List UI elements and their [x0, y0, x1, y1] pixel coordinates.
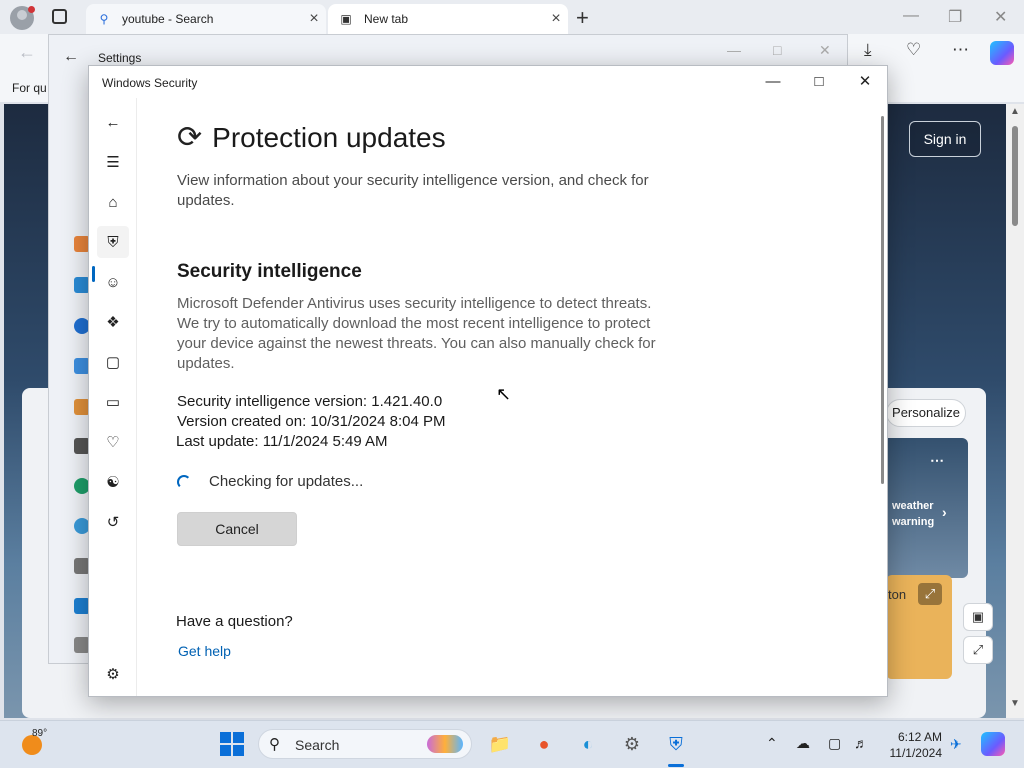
favorites-text: For qu — [12, 81, 47, 95]
clock-date: 11/1/2024 — [889, 746, 943, 760]
browser-essentials-icon[interactable]: ♡ — [906, 40, 921, 60]
search-icon: ⚲ — [99, 12, 109, 26]
file-explorer-icon[interactable]: 📁 — [486, 730, 514, 758]
firewall-icon[interactable]: ❖ — [97, 306, 129, 338]
minimize-icon[interactable]: — — [903, 7, 919, 25]
menu-icon[interactable]: ☰ — [97, 146, 129, 178]
page-scrollbar[interactable]: ▲ ▼ — [1006, 104, 1024, 718]
section-description: Microsoft Defender Antivirus uses securi… — [177, 295, 656, 372]
account-icon[interactable]: ☺ — [97, 266, 129, 298]
tab-actions-icon[interactable] — [52, 9, 67, 24]
profile-badge — [28, 6, 35, 13]
intelligence-version: Security intelligence version: 1.421.40.… — [177, 393, 443, 410]
history-icon[interactable]: ↺ — [97, 506, 129, 538]
app-browser-icon[interactable]: ▢ — [97, 346, 129, 378]
start-icon[interactable] — [220, 732, 244, 756]
settings-close-icon[interactable]: ✕ — [819, 42, 831, 59]
newtab-icon: ▣ — [340, 12, 352, 26]
restore-icon[interactable]: ❐ — [948, 7, 962, 27]
get-help-link[interactable]: Get help — [178, 643, 231, 659]
close-icon[interactable]: ✕ — [994, 7, 1007, 27]
device-security-icon[interactable]: ▭ — [97, 386, 129, 418]
feedback-icon[interactable]: ▣ — [963, 603, 993, 631]
scroll-up-icon[interactable]: ▲ — [1010, 106, 1020, 117]
firefox-icon[interactable]: ● — [530, 730, 558, 758]
health-icon[interactable]: ♡ — [97, 426, 129, 458]
section-title: Security intelligence — [177, 261, 362, 282]
page-title-text: Protection updates — [212, 121, 446, 153]
copilot-taskbar-icon[interactable] — [981, 732, 1005, 756]
browser-back-icon[interactable]: ← — [18, 42, 36, 63]
scroll-thumb[interactable] — [1012, 126, 1018, 226]
mouse-cursor-icon: ↖ — [496, 384, 512, 404]
tab-youtube-search[interactable]: ⚲ youtube - Search × — [86, 4, 326, 34]
tab-label: youtube - Search — [122, 12, 214, 26]
page-title: ⟳ Protection updates — [177, 120, 446, 155]
new-tab-button[interactable]: + — [576, 5, 589, 31]
display-icon[interactable]: ▢ — [828, 735, 841, 752]
copilot-icon[interactable] — [990, 41, 1014, 65]
clock[interactable]: 6:12 AM 11/1/2024 — [884, 729, 943, 761]
window-title: Windows Security — [102, 76, 198, 90]
cancel-button[interactable]: Cancel — [177, 512, 297, 546]
chevron-right-icon[interactable]: › — [942, 504, 947, 520]
weather-text-1: weather — [892, 500, 934, 512]
close-tab-icon[interactable]: × — [544, 10, 568, 28]
show-hidden-icons[interactable]: ⌃ — [766, 735, 778, 752]
weather-temperature: 89° — [32, 728, 48, 739]
search-label: Search — [295, 737, 340, 753]
settings-app-icon[interactable]: ⚙ — [618, 730, 646, 758]
downloads-icon[interactable]: ⤓ — [864, 40, 872, 60]
network-off-icon[interactable]: ☁ — [796, 735, 810, 752]
minimize-icon[interactable]: — — [750, 70, 796, 94]
edge-icon[interactable]: ◐ — [574, 730, 602, 758]
close-tab-icon[interactable]: × — [302, 10, 326, 28]
news-image-label: ton — [888, 587, 907, 602]
version-created: Version created on: 10/31/2024 8:04 PM — [177, 413, 446, 430]
expand-icon[interactable]: ⤢ — [918, 583, 942, 605]
running-indicator — [668, 764, 684, 767]
home-icon[interactable]: ⌂ — [97, 186, 129, 218]
update-status: Checking for updates... — [177, 473, 363, 490]
scroll-down-icon[interactable]: ▼ — [1010, 698, 1020, 709]
family-icon[interactable]: ☯ — [97, 466, 129, 498]
notification-icon[interactable]: ✈ — [950, 736, 962, 753]
title-bar[interactable]: Windows Security — □ ✕ — [89, 66, 887, 98]
more-icon[interactable]: ⋯ — [930, 452, 944, 469]
shield-icon[interactable]: ⛨ — [97, 226, 129, 258]
windows-security-window: Windows Security — □ ✕ ← ☰ ⌂ ⛨ ☺ ❖ ▢ ▭ ♡… — [88, 65, 888, 697]
settings-maximize-icon[interactable]: □ — [773, 42, 781, 58]
last-update: Last update: 11/1/2024 5:49 AM — [176, 433, 388, 450]
maximize-icon[interactable]: □ — [796, 70, 842, 94]
back-icon[interactable]: ← — [97, 106, 129, 138]
sign-in-button[interactable]: Sign in — [909, 121, 981, 157]
personalize-button[interactable]: Personalize — [886, 399, 966, 427]
taskbar-search[interactable]: ⚲ Search — [258, 729, 472, 759]
weather-text-2: warning — [892, 516, 935, 528]
tab-label: New tab — [364, 12, 409, 26]
more-icon[interactable]: ⋯ — [952, 40, 969, 60]
settings-back-icon[interactable]: ← — [63, 48, 79, 66]
navigation-pane: ← ☰ ⌂ ⛨ ☺ ❖ ▢ ▭ ♡ ☯ ↺ ⚙ — [89, 98, 137, 696]
news-image-card[interactable]: ton ⤢ — [886, 575, 952, 679]
clock-time: 6:12 AM — [897, 730, 942, 744]
refresh-icon: ⟳ — [177, 121, 203, 154]
tab-new-tab[interactable]: ▣ New tab × — [328, 4, 568, 34]
search-highlight-icon — [427, 735, 463, 753]
weather-card[interactable]: ⋯ weather warning › — [882, 438, 968, 578]
volume-icon[interactable]: ♬ — [854, 735, 868, 751]
settings-title: Settings — [98, 51, 142, 65]
close-icon[interactable]: ✕ — [842, 70, 888, 94]
fullscreen-icon[interactable]: ⤢ — [963, 636, 993, 664]
settings-minimize-icon[interactable]: — — [727, 42, 741, 58]
help-heading: Have a question? — [176, 613, 293, 630]
spinner-icon — [177, 474, 191, 489]
status-text: Checking for updates... — [209, 473, 364, 490]
active-indicator — [92, 266, 95, 282]
page-description: View information about your security int… — [177, 172, 649, 209]
windows-security-icon[interactable]: ⛨ — [662, 730, 690, 758]
settings-icon[interactable]: ⚙ — [97, 658, 129, 690]
content-scrollbar[interactable] — [881, 116, 884, 484]
search-icon: ⚲ — [269, 736, 280, 753]
